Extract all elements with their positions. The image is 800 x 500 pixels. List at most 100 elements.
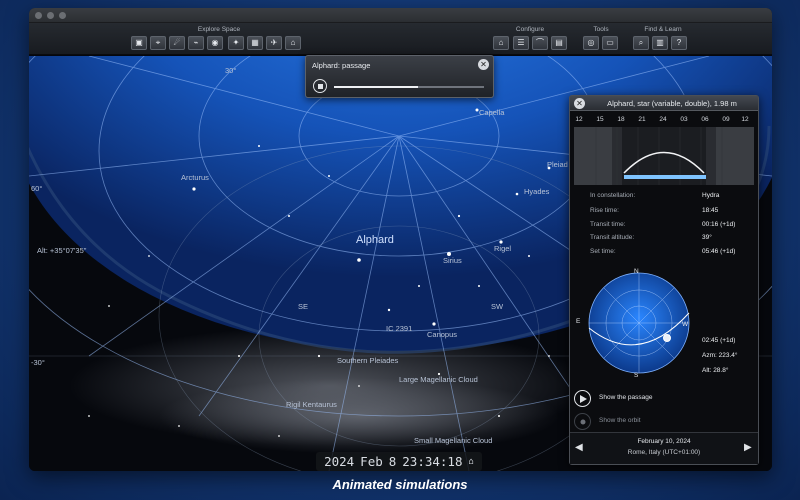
group-label-explore-space: Explore Space	[197, 26, 241, 33]
observatory-icon[interactable]: ⌂	[285, 36, 301, 50]
close-info-button[interactable]: ✕	[574, 98, 585, 109]
month-field[interactable]: Feb	[360, 454, 383, 469]
tick-label-30: 30°	[225, 66, 237, 75]
hour-label: 15	[596, 116, 604, 123]
day-field[interactable]: 8	[389, 454, 397, 469]
field-transit-time: Transit time: 00:16 (+1d)	[570, 221, 758, 231]
close-animation-button[interactable]: ✕	[478, 59, 489, 70]
sky-position-chart	[588, 272, 690, 374]
label-ic2391[interactable]: IC 2391	[386, 324, 412, 333]
tick-label-minus-30: -30°	[31, 358, 45, 367]
group-label-find-learn: Find & Learn	[644, 26, 682, 33]
toolbar: Explore Space Configure Tools Find & Lea…	[29, 23, 772, 55]
close-window-button[interactable]	[35, 12, 42, 19]
hour-axis: 12 15 18 21 24 03 06 09 12	[570, 116, 758, 126]
group-label-configure: Configure	[515, 26, 545, 33]
home-time-icon[interactable]: ⌂	[469, 457, 474, 467]
label-rigil-kentaurus[interactable]: Rigil Kentaurus	[286, 400, 337, 409]
constellation-icon[interactable]: ✦	[228, 36, 244, 50]
zoom-window-button[interactable]	[59, 12, 66, 19]
hour-label: 06	[701, 116, 709, 123]
position-azimuth: Azm: 223.4°	[702, 352, 738, 359]
field-key: Set time:	[590, 248, 616, 255]
horizon-icon[interactable]: ⌒	[532, 36, 548, 50]
map-icon[interactable]: ▣	[131, 36, 147, 50]
hour-label: 09	[722, 116, 730, 123]
satellite-icon[interactable]: ✈	[266, 36, 282, 50]
info-panel-title: Alphard, star (variable, double), 1.98 m	[607, 99, 737, 108]
compass-south: S	[634, 372, 639, 379]
label-sw: SW	[491, 302, 504, 311]
date-navigator: ◀ February 10, 2024 Rome, Italy (UTC+01:…	[570, 432, 758, 464]
show-orbit-option[interactable]: Show the orbit	[574, 412, 754, 430]
field-key: In constellation:	[590, 192, 636, 199]
field-constellation: In constellation: Hydra	[570, 192, 758, 202]
hour-label: 18	[617, 116, 625, 123]
show-passage-label[interactable]: Show the passage	[599, 394, 652, 401]
grid-icon[interactable]: ▤	[551, 36, 567, 50]
compass-west: W	[682, 321, 689, 328]
next-day-icon[interactable]: ▶	[744, 442, 752, 453]
label-smc[interactable]: Small Magellanic Cloud	[414, 436, 492, 445]
label-southern-pleiades[interactable]: Southern Pleiades	[337, 356, 398, 365]
label-arcturus[interactable]: Arcturus	[181, 173, 209, 182]
object-info-panel: ✕ Alphard, star (variable, double), 1.98…	[569, 95, 759, 465]
compass-north: N	[634, 268, 639, 275]
comet-icon[interactable]: ☄	[169, 36, 185, 50]
label-pleiades[interactable]: Pleiad	[547, 160, 568, 169]
time-field[interactable]: 23:34:18	[402, 454, 462, 469]
calendar-icon[interactable]: ▦	[247, 36, 263, 50]
telescope-icon[interactable]: ⌁	[188, 36, 204, 50]
field-key: Rise time:	[590, 207, 619, 214]
field-transit-altitude: Transit altitude: 39°	[570, 234, 758, 244]
group-label-tools: Tools	[593, 26, 609, 33]
help-icon[interactable]: ?	[671, 36, 687, 50]
info-panel-header: ✕ Alphard, star (variable, double), 1.98…	[570, 96, 758, 111]
hour-label: 03	[680, 116, 688, 123]
field-value: Hydra	[702, 192, 720, 199]
label-hyades[interactable]: Hyades	[524, 187, 549, 196]
sliders-icon[interactable]: ☰	[513, 36, 529, 50]
label-sirius[interactable]: Sirius	[443, 256, 462, 265]
hour-label: 21	[638, 116, 646, 123]
book-icon[interactable]: ▥	[652, 36, 668, 50]
play-icon[interactable]	[574, 390, 591, 407]
show-orbit-label[interactable]: Show the orbit	[599, 417, 641, 424]
field-set-time: Set time: 05:46 (+1d)	[570, 248, 758, 258]
visibility-chart	[574, 127, 754, 185]
animation-title: Alphard: passage	[312, 61, 371, 70]
field-key: Transit time:	[590, 221, 626, 228]
search-icon[interactable]: ⌕	[633, 36, 649, 50]
home-icon[interactable]: ⌂	[493, 36, 509, 50]
compass-east: E	[576, 318, 581, 325]
minimize-window-button[interactable]	[47, 12, 54, 19]
label-capella[interactable]: Capella	[479, 108, 504, 117]
navigator-location: Rome, Italy (UTC+01:00)	[627, 449, 701, 456]
compass-icon[interactable]: ◎	[583, 36, 599, 50]
app-window: Explore Space Configure Tools Find & Lea…	[29, 8, 772, 471]
orbit-icon[interactable]: ◉	[207, 36, 223, 50]
navigator-date: February 10, 2024	[637, 438, 691, 445]
selected-object-label[interactable]: Alphard	[356, 234, 394, 246]
show-passage-option[interactable]: Show the passage	[574, 389, 754, 407]
animation-progress-track[interactable]	[334, 86, 484, 88]
animation-panel: Alphard: passage ✕	[305, 55, 494, 98]
label-lmc[interactable]: Large Magellanic Cloud	[399, 375, 478, 384]
position-time: 02:45 (+1d)	[702, 337, 736, 344]
year-field[interactable]: 2024	[324, 454, 354, 469]
field-value: 39°	[702, 234, 712, 241]
pin-icon[interactable]: ⌖	[150, 36, 166, 50]
label-canopus[interactable]: Canopus	[427, 330, 457, 339]
hour-label: 12	[575, 116, 583, 123]
position-altitude: Alt: 28.8°	[702, 367, 729, 374]
orbit-toggle-icon[interactable]	[574, 413, 591, 430]
field-value: 00:16 (+1d)	[702, 221, 736, 228]
label-rigel[interactable]: Rigel	[494, 244, 511, 253]
display-icon[interactable]: ▭	[602, 36, 618, 50]
marketing-caption: Animated simulations	[332, 477, 468, 492]
animation-progress-fill	[334, 86, 418, 88]
datetime-bar[interactable]: 2024 Feb 8 23:34:18 ⌂	[316, 452, 482, 471]
field-value: 05:46 (+1d)	[702, 248, 736, 255]
stop-icon[interactable]	[313, 79, 327, 93]
label-se: SE	[298, 302, 309, 311]
